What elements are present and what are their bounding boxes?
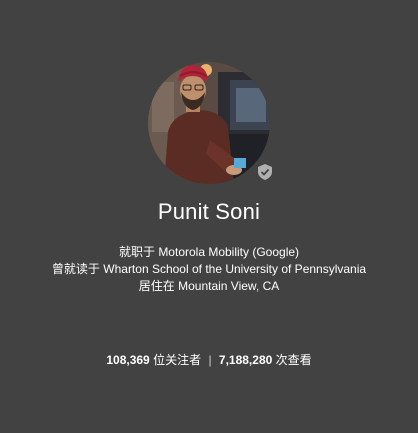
followers-count: 108,369 — [106, 353, 150, 367]
followers-label: 位关注者 — [153, 353, 202, 367]
avatar[interactable] — [148, 62, 270, 184]
stats-separator: | — [208, 353, 212, 367]
avatar-container — [148, 62, 275, 184]
avatar-photo — [148, 62, 270, 184]
profile-name: Punit Soni — [157, 199, 261, 224]
location-row: 居住在 Mountain View, CA — [0, 278, 418, 295]
location-prefix: 居住在 — [138, 279, 175, 293]
education-link[interactable]: Wharton School of the University of Penn… — [103, 262, 366, 276]
views-label: 次查看 — [275, 353, 312, 367]
education-row: 曾就读于 Wharton School of the University of… — [0, 261, 418, 278]
profile-card: Punit Soni 就职于 Motorola Mobility (Google… — [0, 0, 418, 433]
profile-details: 就职于 Motorola Mobility (Google) 曾就读于 Whar… — [0, 244, 418, 295]
location-link[interactable]: Mountain View, CA — [178, 279, 279, 293]
views-count: 7,188,280 — [218, 353, 273, 367]
work-prefix: 就职于 — [118, 245, 155, 259]
verified-badge — [255, 162, 275, 182]
work-link[interactable]: Motorola Mobility (Google) — [158, 245, 299, 259]
education-prefix: 曾就读于 — [51, 262, 100, 276]
verified-shield-icon — [258, 164, 272, 180]
work-row: 就职于 Motorola Mobility (Google) — [0, 244, 418, 261]
profile-stats: 108,369 位关注者 | 7,188,280 次查看 — [0, 351, 418, 368]
